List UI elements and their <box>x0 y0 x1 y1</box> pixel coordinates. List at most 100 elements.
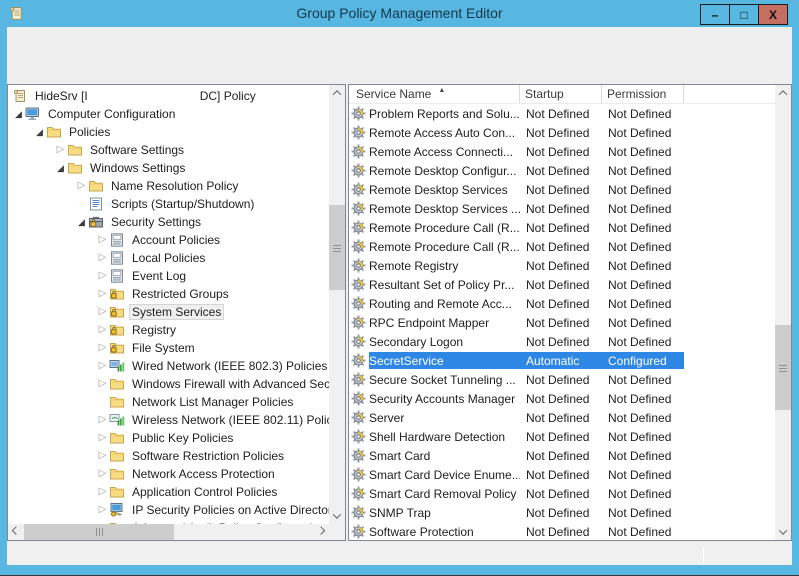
scroll-down-arrow[interactable] <box>775 524 791 540</box>
tree-item-registry[interactable]: ▷Registry <box>8 321 329 339</box>
collapsed-arrow-icon[interactable]: ▷ <box>96 487 109 497</box>
tree-item-application-control-policies[interactable]: ▷Application Control Policies <box>8 483 329 501</box>
tree-item-software-settings[interactable]: ▷Software Settings <box>8 141 329 159</box>
service-row-remote-procedure-call-r[interactable]: Remote Procedure Call (R...Not DefinedNo… <box>349 218 775 237</box>
service-row-remote-access-connecti[interactable]: Remote Access Connecti...Not DefinedNot … <box>349 142 775 161</box>
startup-value: Not Defined <box>520 164 602 178</box>
service-row-cells: Problem Reports and Solu...Not DefinedNo… <box>369 105 684 122</box>
folder-icon <box>67 160 83 176</box>
service-row-resultant-set-of-policy-pr[interactable]: Resultant Set of Policy Pr...Not Defined… <box>349 275 775 294</box>
permission-value: Not Defined <box>602 506 684 520</box>
tree-item-account-policies[interactable]: ▷Account Policies <box>8 231 329 249</box>
tree-horizontal-scrollbar[interactable] <box>8 524 329 540</box>
column-header-service-name[interactable]: Service Name▲ <box>349 85 520 103</box>
service-row-smart-card-device-enume[interactable]: Smart Card Device Enume...Not DefinedNot… <box>349 465 775 484</box>
collapsed-arrow-icon[interactable]: ▷ <box>96 379 109 389</box>
service-row-security-accounts-manager[interactable]: Security Accounts ManagerNot DefinedNot … <box>349 389 775 408</box>
close-button[interactable]: X <box>758 4 788 25</box>
service-row-routing-and-remote-acc[interactable]: Routing and Remote Acc...Not DefinedNot … <box>349 294 775 313</box>
tree-item-computer-configuration[interactable]: ◢Computer Configuration <box>8 105 329 123</box>
collapsed-arrow-icon[interactable]: ▷ <box>96 289 109 299</box>
tree-item-scripts-startup-shutdown[interactable]: Scripts (Startup/Shutdown) <box>8 195 329 213</box>
expanded-arrow-icon[interactable]: ◢ <box>75 217 88 227</box>
permission-value: Not Defined <box>602 202 684 216</box>
expanded-arrow-icon[interactable]: ◢ <box>33 127 46 137</box>
service-row-rpc-endpoint-mapper[interactable]: RPC Endpoint MapperNot DefinedNot Define… <box>349 313 775 332</box>
tree-item-wired-network-ieee-802-3-policies[interactable]: ▷Wired Network (IEEE 802.3) Policies <box>8 357 329 375</box>
collapsed-arrow-icon[interactable]: ▷ <box>96 433 109 443</box>
service-row-remote-access-auto-con[interactable]: Remote Access Auto Con...Not DefinedNot … <box>349 123 775 142</box>
service-name: Smart Card Removal Policy <box>369 487 520 501</box>
service-row-smart-card-removal-policy[interactable]: Smart Card Removal PolicyNot DefinedNot … <box>349 484 775 503</box>
collapsed-arrow-icon[interactable]: ▷ <box>54 145 67 155</box>
scroll-left-arrow[interactable] <box>8 524 24 540</box>
collapsed-arrow-icon[interactable]: ▷ <box>96 235 109 245</box>
service-row-cells: Remote Desktop Services ...Not DefinedNo… <box>369 200 684 217</box>
column-header-permission[interactable]: Permission <box>602 85 684 103</box>
title-bar[interactable]: Group Policy Management Editor –□X <box>0 0 799 27</box>
collapsed-arrow-icon[interactable]: ▷ <box>96 253 109 263</box>
maximize-button[interactable]: □ <box>729 4 759 25</box>
collapsed-arrow-icon[interactable]: ▷ <box>96 271 109 281</box>
expanded-arrow-icon[interactable]: ◢ <box>12 109 25 119</box>
collapsed-arrow-icon[interactable]: ▷ <box>96 361 109 371</box>
collapsed-arrow-icon[interactable]: ▷ <box>96 505 109 515</box>
collapsed-arrow-icon[interactable]: ▷ <box>75 181 88 191</box>
service-row-smart-card[interactable]: Smart CardNot DefinedNot Defined <box>349 446 775 465</box>
scroll-right-arrow[interactable] <box>313 524 329 540</box>
tree-item-network-list-manager-policies[interactable]: Network List Manager Policies <box>8 393 329 411</box>
service-row-remote-desktop-services[interactable]: Remote Desktop ServicesNot DefinedNot De… <box>349 180 775 199</box>
scroll-up-arrow[interactable] <box>329 85 345 101</box>
collapsed-arrow-icon[interactable]: ▷ <box>96 325 109 335</box>
tree-item-public-key-policies[interactable]: ▷Public Key Policies <box>8 429 329 447</box>
service-row-server[interactable]: ServerNot DefinedNot Defined <box>349 408 775 427</box>
tree-item-windows-settings[interactable]: ◢Windows Settings <box>8 159 329 177</box>
folder-lock-icon <box>109 340 125 356</box>
tree-item-policies[interactable]: ◢Policies <box>8 123 329 141</box>
expanded-arrow-icon[interactable]: ◢ <box>54 163 67 173</box>
tree-item-system-services[interactable]: ▷System Services <box>8 303 329 321</box>
collapsed-arrow-icon[interactable]: ▷ <box>96 469 109 479</box>
scroll-thumb[interactable] <box>24 524 174 540</box>
service-row-snmp-trap[interactable]: SNMP TrapNot DefinedNot Defined <box>349 503 775 522</box>
service-row-remote-desktop-services[interactable]: Remote Desktop Services ...Not DefinedNo… <box>349 199 775 218</box>
column-header-startup[interactable]: Startup <box>520 85 602 103</box>
chevron-right-icon <box>317 526 325 534</box>
tree-item-root-policy[interactable]: HideSrv [IDC] Policy <box>8 87 329 105</box>
collapsed-arrow-icon[interactable]: ▷ <box>96 415 109 425</box>
scroll-thumb[interactable] <box>329 205 345 290</box>
service-row-secondary-logon[interactable]: Secondary LogonNot DefinedNot Defined <box>349 332 775 351</box>
service-row-remote-registry[interactable]: Remote RegistryNot DefinedNot Defined <box>349 256 775 275</box>
tree-item-name-resolution-policy[interactable]: ▷Name Resolution Policy <box>8 177 329 195</box>
tree-item-file-system[interactable]: ▷File System <box>8 339 329 357</box>
tree-item-local-policies[interactable]: ▷Local Policies <box>8 249 329 267</box>
service-row-shell-hardware-detection[interactable]: Shell Hardware DetectionNot DefinedNot D… <box>349 427 775 446</box>
collapsed-arrow-icon[interactable]: ▷ <box>96 343 109 353</box>
tree-vertical-scrollbar[interactable] <box>329 85 345 524</box>
tree-item-software-restriction-policies[interactable]: ▷Software Restriction Policies <box>8 447 329 465</box>
service-row-problem-reports-and-solu[interactable]: Problem Reports and Solu...Not DefinedNo… <box>349 104 775 123</box>
minimize-button[interactable]: – <box>700 4 730 25</box>
tree-item-wireless-network-ieee-802-11-policie[interactable]: ▷Wireless Network (IEEE 802.11) Policie <box>8 411 329 429</box>
permission-value: Not Defined <box>602 430 684 444</box>
scroll-up-arrow[interactable] <box>775 85 791 101</box>
permission-value: Not Defined <box>602 278 684 292</box>
service-row-remote-desktop-configur[interactable]: Remote Desktop Configur...Not DefinedNot… <box>349 161 775 180</box>
service-row-remote-procedure-call-r[interactable]: Remote Procedure Call (R...Not DefinedNo… <box>349 237 775 256</box>
scroll-down-arrow[interactable] <box>329 508 345 524</box>
collapsed-arrow-icon[interactable]: ▷ <box>96 451 109 461</box>
tree-item-windows-firewall-with-advanced-secu[interactable]: ▷Windows Firewall with Advanced Secu <box>8 375 329 393</box>
service-row-secure-socket-tunneling[interactable]: Secure Socket Tunneling ...Not DefinedNo… <box>349 370 775 389</box>
scroll-thumb[interactable] <box>775 325 791 410</box>
tree-item-ip-security-policies-on-active-directory[interactable]: ▷IP Security Policies on Active Director… <box>8 501 329 519</box>
tree-item-event-log[interactable]: ▷Event Log <box>8 267 329 285</box>
service-row-software-protection[interactable]: Software ProtectionNot DefinedNot Define… <box>349 522 775 540</box>
tree-item-restricted-groups[interactable]: ▷Restricted Groups <box>8 285 329 303</box>
service-row-secretservice[interactable]: SecretServiceAutomaticConfigured <box>349 351 775 370</box>
tree-item-security-settings[interactable]: ◢Security Settings <box>8 213 329 231</box>
chevron-up-icon <box>333 90 341 98</box>
startup-value: Not Defined <box>520 145 602 159</box>
tree-item-network-access-protection[interactable]: ▷Network Access Protection <box>8 465 329 483</box>
list-vertical-scrollbar[interactable] <box>775 85 791 540</box>
collapsed-arrow-icon[interactable]: ▷ <box>96 307 109 317</box>
